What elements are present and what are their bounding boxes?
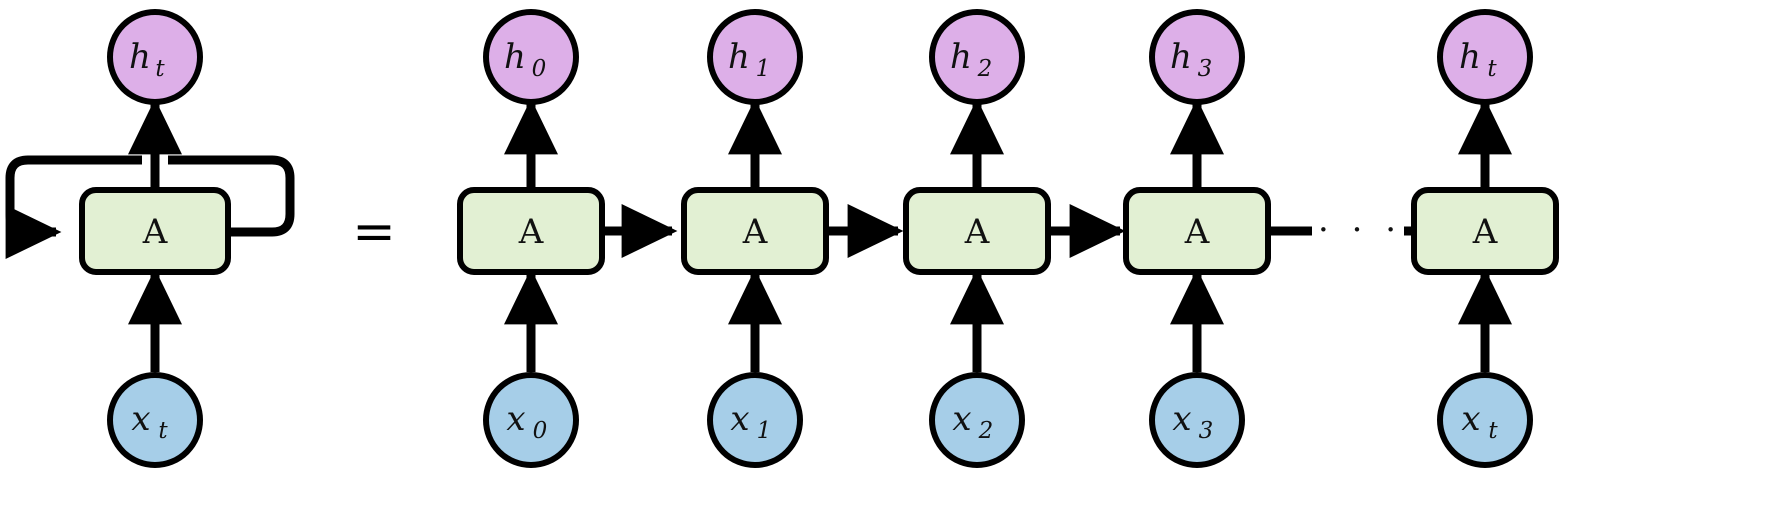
- step-1-cell-label: A: [742, 212, 768, 252]
- step-2-input-node[interactable]: [929, 372, 1025, 468]
- step-3-cell-label: A: [1184, 212, 1210, 252]
- step-t-output-subscript: t: [1487, 56, 1497, 82]
- folded-input-subscript: t: [158, 418, 168, 444]
- equals-sign: =: [352, 202, 396, 262]
- step-3-input-label: x: [1172, 399, 1191, 439]
- step-2-output-subscript: 2: [977, 56, 993, 82]
- unrolled-step-t: A h t x t: [1411, 9, 1559, 468]
- step-1-output-subscript: 1: [756, 56, 771, 82]
- step-3-input-node[interactable]: [1149, 372, 1245, 468]
- folded-output-subscript: t: [155, 56, 165, 82]
- step-2-input-label: x: [952, 399, 971, 439]
- step-2-output-label: h: [950, 37, 972, 77]
- rnn-unrolled-diagram: A h t x t = · · · A h 0 x 0 A h 1 x 1 A …: [0, 0, 1786, 516]
- step-t-output-label: h: [1459, 37, 1481, 77]
- step-0-input-label: x: [506, 399, 525, 439]
- step-2-input-subscript: 2: [978, 418, 994, 444]
- step-t-input-subscript: t: [1488, 418, 1498, 444]
- step-t-input-label: x: [1461, 399, 1480, 439]
- step-0-input-node[interactable]: [483, 372, 579, 468]
- unrolled-step-1: A h 1 x 1: [681, 9, 829, 468]
- step-1-output-label: h: [728, 37, 750, 77]
- unrolled-rnn-group: · · · A h 0 x 0 A h 1 x 1 A h 2 x 2 A h …: [457, 9, 1559, 468]
- diagram-canvas: A h t x t = · · · A h 0 x 0 A h 1 x 1 A …: [5, 9, 1559, 468]
- step-3-input-subscript: 3: [1199, 418, 1214, 444]
- step-3-output-label: h: [1170, 37, 1192, 77]
- step-1-input-node[interactable]: [707, 372, 803, 468]
- folded-input-node[interactable]: [107, 372, 203, 468]
- step-t-input-node[interactable]: [1437, 372, 1533, 468]
- unrolled-step-2: A h 2 x 2: [903, 9, 1051, 468]
- step-0-input-subscript: 0: [533, 418, 548, 444]
- folded-output-label: h: [129, 37, 151, 77]
- step-0-output-label: h: [504, 37, 526, 77]
- step-1-input-subscript: 1: [757, 418, 772, 444]
- step-2-cell-label: A: [964, 212, 990, 252]
- folded-cell-label: A: [142, 212, 168, 252]
- step-t-cell-label: A: [1472, 212, 1498, 252]
- unrolled-step-3: A h 3 x 3: [1123, 9, 1271, 468]
- step-1-input-label: x: [730, 399, 749, 439]
- folded-input-label: x: [131, 399, 150, 439]
- step-3-output-subscript: 3: [1198, 56, 1213, 82]
- step-0-cell-label: A: [518, 212, 544, 252]
- step-t-output-node[interactable]: [1437, 9, 1533, 105]
- unrolled-step-0: A h 0 x 0: [457, 9, 605, 468]
- ellipsis: · · ·: [1318, 210, 1402, 250]
- folded-rnn-group: A h t x t: [5, 9, 295, 468]
- step-0-output-subscript: 0: [532, 56, 547, 82]
